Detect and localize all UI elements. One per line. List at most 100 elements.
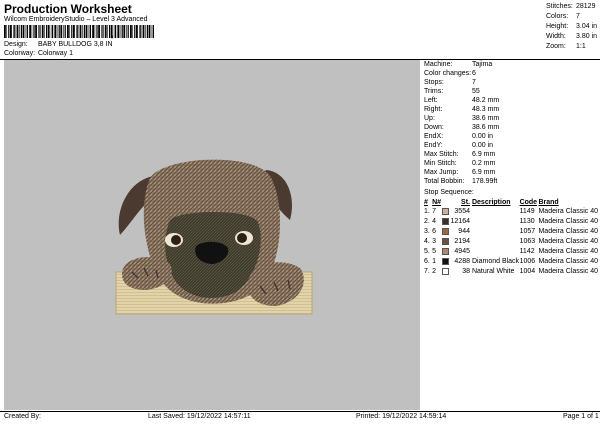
stat-height: Height: 3.04 in <box>546 23 598 30</box>
thread-brand: Madeira Classic 40 <box>538 258 598 265</box>
needle-number: 1 <box>432 258 436 265</box>
color-swatch <box>441 227 449 235</box>
stat-width: Width: 3.80 in <box>546 33 598 40</box>
thread-code: 1004 <box>519 268 536 275</box>
color-swatch <box>441 207 449 215</box>
barcode <box>4 25 154 38</box>
col-brand: Brand <box>538 199 559 206</box>
stitch-count: 944 <box>458 228 470 235</box>
stop-row: 4. 3 2194 1063 Madeira Classic 40 <box>424 237 598 247</box>
thread-code: 1130 <box>519 218 535 225</box>
stitch-count: 38 <box>462 268 470 275</box>
design-value: BABY BULLDOG 3,8 IN <box>37 41 113 48</box>
thread-brand: Madeira Classic 40 <box>538 268 598 275</box>
stop-number: 3. <box>424 228 430 235</box>
detail-max-stitch: Max Stitch: 6.9 mm <box>424 151 496 158</box>
thread-description <box>472 227 520 237</box>
colorway-row: Colorway: Colorway 1 <box>4 50 73 57</box>
stat-zoom: Zoom: 1:1 <box>546 43 586 50</box>
detail-endy: EndY: 0.00 in <box>424 142 494 149</box>
needle-number: 7 <box>432 208 436 215</box>
stop-row: 7. 2 38 Natural White 1004 Madeira Classic 40 <box>424 267 598 277</box>
page-title: Production Worksheet <box>4 2 132 16</box>
design-row: Design: BABY BULLDOG 3,8 IN <box>4 41 113 48</box>
thread-brand: Madeira Classic 40 <box>538 228 598 235</box>
stop-number: 2. <box>424 218 430 225</box>
detail-total-bobbin: Total Bobbin: 178.99ft <box>424 178 498 185</box>
color-swatch <box>441 217 449 225</box>
detail-machine: Machine: Tajima <box>424 61 493 68</box>
thread-code: 1006 <box>519 258 536 265</box>
colorway-value: Colorway 1 <box>37 50 73 57</box>
thread-code: 1149 <box>519 208 535 215</box>
thread-code: 1142 <box>519 248 535 255</box>
thread-code: 1057 <box>519 228 536 235</box>
stop-row: 2. 4 12164 1130 Madeira Classic 40 <box>424 217 598 227</box>
swatch <box>441 247 451 257</box>
design-label: Design: <box>4 41 28 48</box>
thread-code: 1063 <box>519 238 536 245</box>
thread-brand: Madeira Classic 40 <box>538 238 598 245</box>
stop-row: 5. 5 4945 1142 Madeira Classic 40 <box>424 247 598 257</box>
color-swatch <box>441 267 449 275</box>
stop-row: 6. 1 4288 Diamond Black 1006 Madeira Classic … <box>424 257 598 267</box>
detail-trims: Trims: 55 <box>424 88 480 95</box>
color-swatch <box>441 257 449 265</box>
stitch-count: 3554 <box>454 208 470 215</box>
swatch <box>441 227 451 237</box>
stop-sequence-title: Stop Sequence: <box>424 189 474 196</box>
color-swatch <box>441 237 449 245</box>
col-description: Description <box>471 199 511 206</box>
thread-description <box>472 207 520 217</box>
detail-max-jump: Max Jump: 6.9 mm <box>424 169 496 176</box>
thread-description: Diamond Black <box>471 258 520 265</box>
detail-up: Up: 38.6 mm <box>424 115 500 122</box>
detail-down: Down: 38.6 mm <box>424 124 500 131</box>
printed-date: Printed: 19/12/2022 14:59:14 <box>356 413 447 420</box>
thread-brand: Madeira Classic 40 <box>538 208 598 215</box>
page-number: Page 1 of 1 <box>563 413 599 420</box>
barcode-separator: , <box>111 29 114 39</box>
swatch <box>441 237 451 247</box>
thread-description <box>472 237 520 247</box>
thread-brand: Madeira Classic 40 <box>538 218 598 225</box>
stat-colors: Colors: 7 <box>546 13 580 20</box>
colorway-label: Colorway: <box>4 50 36 57</box>
thread-description <box>472 247 520 257</box>
footer-divider <box>0 411 600 412</box>
stop-row: 3. 6 944 1057 Madeira Classic 40 <box>424 227 598 237</box>
design-preview-canvas[interactable] <box>4 60 420 410</box>
detail-endx: EndX: 0.00 in <box>424 133 494 140</box>
swatch <box>441 217 451 227</box>
detail-stops: Stops: 7 <box>424 79 476 86</box>
col-num: # <box>424 199 428 206</box>
last-saved: Last Saved: 19/12/2022 14:57:11 <box>148 413 251 420</box>
thread-brand: Madeira Classic 40 <box>538 248 598 255</box>
stop-number: 6. <box>424 258 430 265</box>
detail-color-changes: Color changes: 6 <box>424 70 476 77</box>
col-swatch <box>442 198 451 207</box>
color-swatch <box>441 247 449 255</box>
stitch-count: 4945 <box>454 248 470 255</box>
thread-description: Natural White <box>471 268 515 275</box>
needle-number: 3 <box>432 238 436 245</box>
detail-right: Right: 48.3 mm <box>424 106 500 113</box>
stop-number: 5. <box>424 248 430 255</box>
stop-number: 7. <box>424 268 430 275</box>
col-code: Code <box>519 199 538 206</box>
created-by: Created By: <box>4 413 41 420</box>
detail-left: Left: 48.2 mm <box>424 97 500 104</box>
stitch-count: 2194 <box>454 238 470 245</box>
detail-min-stitch: Min Stitch: 0.2 mm <box>424 160 496 167</box>
thread-description <box>472 217 520 227</box>
col-stitches: St. <box>461 199 470 206</box>
summary-stats: Stitches: 28129 Colors: 7 Height: 3.04 in W… <box>546 2 597 52</box>
software-subtitle: Wilcom EmbroideryStudio – Level 3 Advanc… <box>4 16 148 23</box>
stop-number: 4. <box>424 238 430 245</box>
pug-embroidery-image <box>115 159 313 315</box>
needle-number: 4 <box>432 218 436 225</box>
details-list: Machine: Tajima Color changes: 6 Stops: 7 T… <box>424 60 598 186</box>
stitch-count: 12164 <box>450 218 470 225</box>
swatch <box>441 257 451 267</box>
col-needle: N# <box>432 199 442 206</box>
